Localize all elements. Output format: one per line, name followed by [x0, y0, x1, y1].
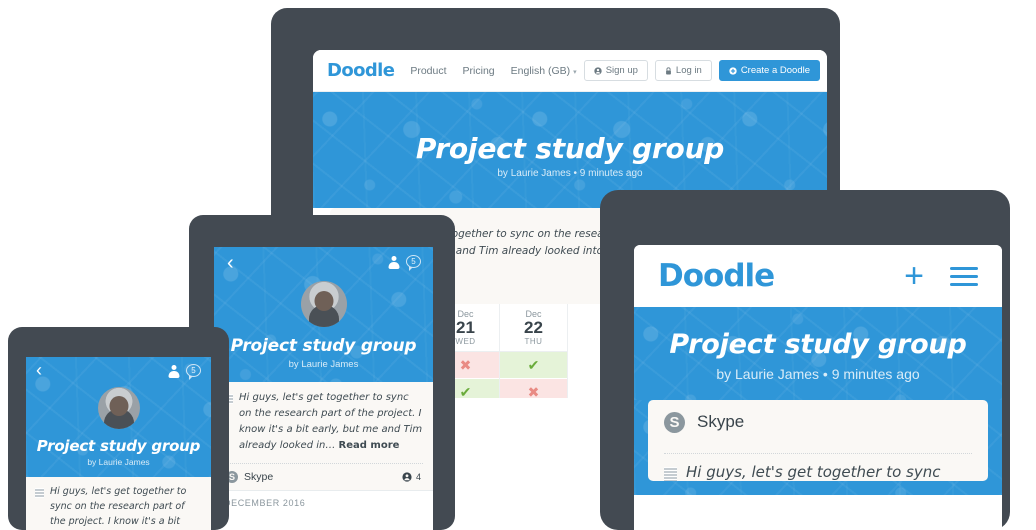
- phone-poll-title: Project study group: [669, 329, 967, 360]
- mini-phone-description-row: Hi guys, let's get together to sync on t…: [35, 484, 202, 530]
- doodle-logo[interactable]: Doodle: [327, 60, 395, 81]
- avatar: [97, 387, 140, 429]
- phone-poll-byline: by Laurie James • 9 minutes ago: [716, 366, 920, 382]
- sign-up-label: Sign up: [605, 65, 638, 76]
- mini-phone-description: Hi guys, let's get together to sync on t…: [50, 486, 187, 527]
- note-icon: [664, 467, 677, 481]
- phone-screen: Doodle + Project study group by Laurie J…: [634, 245, 1002, 530]
- person-icon: [402, 472, 412, 482]
- sign-up-button[interactable]: Sign up: [583, 60, 648, 81]
- doodle-logo[interactable]: Doodle: [658, 258, 775, 294]
- phone-hero: Project study group by Laurie James • 9 …: [634, 307, 1002, 400]
- tablet-option-count: 4: [402, 472, 421, 482]
- lock-icon: [666, 66, 671, 74]
- comments-bubble-icon[interactable]: 5: [406, 255, 421, 271]
- person-icon: [594, 66, 602, 75]
- log-in-label: Log in: [675, 65, 702, 76]
- desktop-poll-byline: by Laurie James • 9 minutes ago: [497, 168, 643, 179]
- skype-icon: S: [664, 411, 685, 433]
- back-icon[interactable]: ‹: [227, 253, 234, 273]
- mini-phone-poll-title: Project study group: [36, 437, 201, 455]
- nav-link-product[interactable]: Product: [410, 65, 446, 77]
- tablet-topbar: ‹ 5: [214, 247, 433, 281]
- phone-content-card: S Skype Hi guys, let's get together to s…: [648, 400, 988, 481]
- poll-cell[interactable]: ✖: [500, 379, 567, 398]
- tablet-topbar-icons: 5: [388, 255, 421, 271]
- tablet-poll-byline: by Laurie James: [288, 359, 359, 370]
- read-more-link[interactable]: Read more: [339, 440, 400, 451]
- phone-description-row: Hi guys, let's get together to sync: [664, 454, 972, 481]
- desktop-poll-title: Project study group: [415, 132, 725, 165]
- mini-phone-hero: ‹ 5 Project study group by Laurie James: [26, 357, 211, 477]
- mini-phone-screen: ‹ 5 Project study group by Laurie James …: [26, 357, 211, 530]
- phone-option-skype[interactable]: S Skype: [664, 400, 972, 444]
- responsive-devices-showcase: Doodle Product Pricing English (GB) ▾ Sig…: [0, 0, 1036, 530]
- tablet-description: Hi guys, let's get together to sync on t…: [239, 392, 423, 451]
- create-a-doodle-label: Create a Doodle: [740, 65, 810, 76]
- plus-circle-icon: [729, 66, 737, 75]
- tablet-option-skype[interactable]: S Skype 4: [224, 464, 423, 490]
- mini-phone-content: Hi guys, let's get together to sync on t…: [26, 477, 211, 530]
- back-icon[interactable]: ‹: [36, 361, 42, 380]
- phone-hero-lower: S Skype Hi guys, let's get together to s…: [634, 400, 1002, 495]
- nav-language-label: English (GB): [510, 64, 571, 77]
- participants-icon[interactable]: [168, 365, 179, 377]
- note-icon: [35, 488, 44, 498]
- tablet-month-header: DECEMBER 2016: [214, 490, 433, 515]
- tablet-option-count-value: 4: [415, 472, 421, 482]
- tablet-option-label: Skype: [244, 471, 274, 483]
- nav-language-selector[interactable]: English (GB) ▾: [511, 65, 577, 77]
- tablet-content: Hi guys, let's get together to sync on t…: [214, 382, 433, 490]
- log-in-button[interactable]: Log in: [654, 60, 712, 81]
- phone-option-label: Skype: [697, 412, 745, 431]
- poll-date-weekday: THU: [524, 337, 543, 346]
- phone-description: Hi guys, let's get together to sync: [686, 463, 941, 481]
- mini-phone-topbar-icons: 5: [168, 364, 201, 380]
- mini-phone-topbar: ‹ 5: [26, 357, 211, 387]
- hamburger-icon[interactable]: [950, 262, 978, 291]
- nav-link-pricing[interactable]: Pricing: [463, 65, 495, 77]
- add-icon[interactable]: +: [904, 259, 924, 293]
- phone-nav-actions: +: [904, 259, 978, 293]
- create-a-doodle-button[interactable]: Create a Doodle: [718, 60, 820, 81]
- poll-date-day: 22: [524, 318, 543, 337]
- tablet-hero: ‹ 5 Project study group by Laurie James: [214, 247, 433, 382]
- participants-icon[interactable]: [388, 256, 399, 268]
- phone-navbar: Doodle +: [634, 245, 1002, 307]
- tablet-poll-title: Project study group: [230, 336, 417, 356]
- poll-cell[interactable]: ✔: [500, 352, 567, 379]
- chevron-down-icon: ▾: [573, 68, 577, 76]
- mini-phone-poll-byline: by Laurie James: [87, 457, 150, 467]
- avatar: [300, 281, 347, 327]
- tablet-screen: ‹ 5 Project study group by Laurie James …: [214, 247, 433, 530]
- desktop-navbar: Doodle Product Pricing English (GB) ▾ Sig…: [313, 50, 827, 92]
- poll-date-column-dec-22: Dec 22 THU ✔ ✖ ✔ ✔: [500, 304, 568, 398]
- poll-date-header: Dec 22 THU: [500, 304, 567, 352]
- comments-bubble-icon[interactable]: 5: [186, 364, 201, 380]
- tablet-description-row: Hi guys, let's get together to sync on t…: [224, 390, 423, 454]
